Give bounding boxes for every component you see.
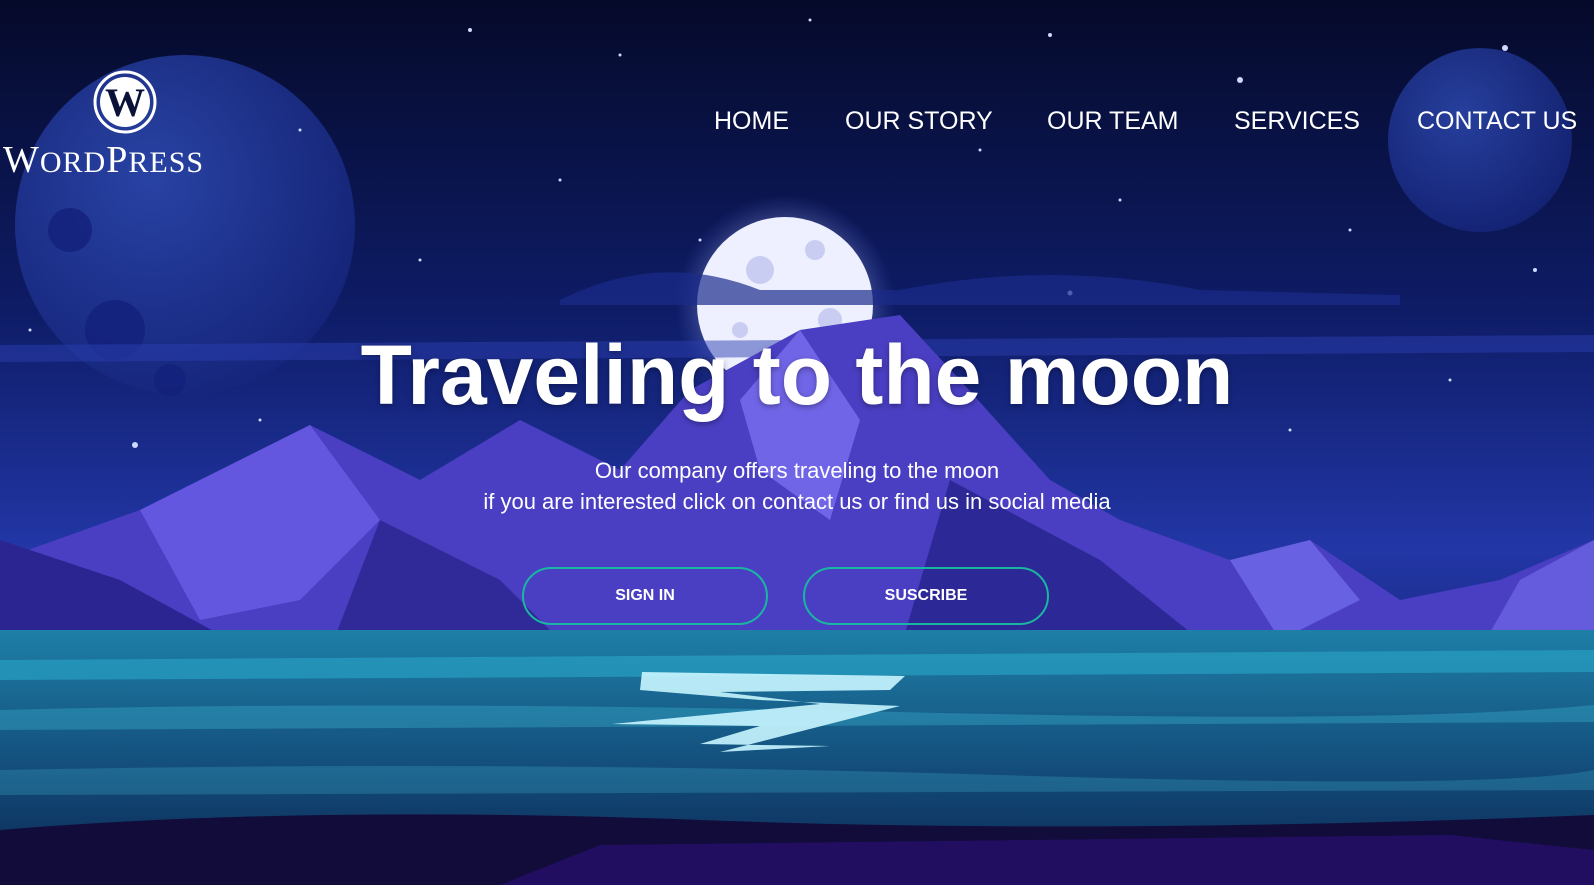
hero-subtitle-line-2: if you are interested click on contact u… [483,489,1111,514]
nav-home[interactable]: HOME [714,104,789,138]
nav-our-story[interactable]: OUR STORY [845,104,993,138]
brand-wordmark: WORDPRESS [3,139,205,181]
hero-subtitle-line-1: Our company offers traveling to the moon [594,458,1000,483]
nav-contact-us[interactable]: CONTACT US [1417,104,1577,138]
nav-our-team[interactable]: OUR TEAM [1047,104,1179,138]
main-navigation: HOME OUR STORY OUR TEAM SERVICES CONTACT… [0,104,1594,138]
hero-title: Traveling to the moon [360,328,1234,422]
subscribe-button[interactable]: SUSCRIBE [803,567,1049,625]
right-planet [1388,48,1572,232]
nav-services[interactable]: SERVICES [1234,104,1360,138]
sign-in-button[interactable]: SIGN IN [522,567,768,625]
